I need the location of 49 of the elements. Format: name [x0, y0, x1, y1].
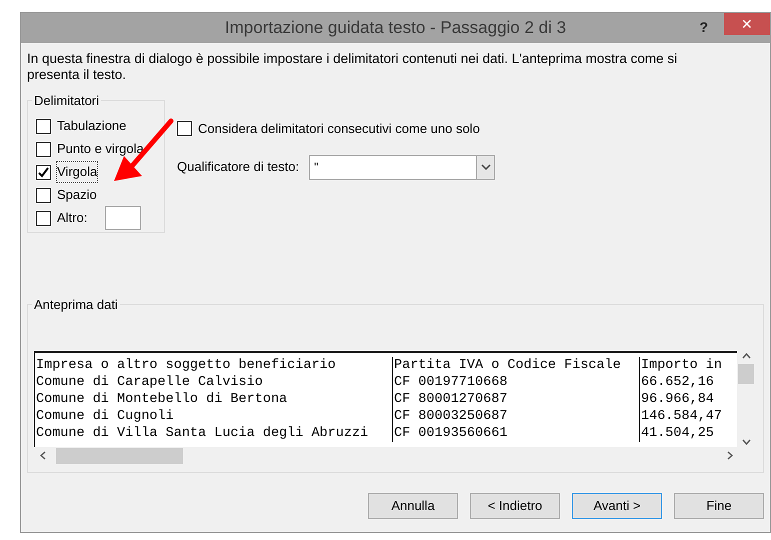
- window-title: Importazione guidata testo - Passaggio 2 di 3: [224, 17, 566, 40]
- table-cell: Comune di Carapelle Calvisio: [35, 374, 393, 390]
- chevron-left-icon: [40, 451, 46, 460]
- dialog-button[interactable]: Fine: [674, 493, 764, 519]
- dialog-button[interactable]: < Indietro: [470, 493, 560, 519]
- checkbox-label[interactable]: Punto e virgola: [57, 139, 144, 159]
- help-button[interactable]: ?: [699, 17, 708, 38]
- intro-text: In questa finestra di dialogo è possibile impostare i delimitatori contenuti nei dati. L'anteprima mostra come si presenta il testo.: [26, 50, 678, 83]
- table-cell: CF 00193560661: [393, 424, 640, 442]
- checkbox[interactable]: [36, 142, 51, 156]
- text-field[interactable]: [105, 206, 142, 230]
- chevron-down-icon: [742, 438, 750, 444]
- table-cell-text: 41.504,25: [640, 424, 715, 442]
- checkbox-label[interactable]: Tabulazione: [57, 116, 126, 136]
- checkbox[interactable]: [36, 210, 51, 226]
- scrollbar-thumb[interactable]: [738, 364, 754, 384]
- checkbox[interactable]: [36, 164, 51, 180]
- chevron-right-icon: [727, 451, 733, 460]
- checkbox[interactable]: [177, 121, 192, 136]
- table-cell: CF 00197710668: [393, 374, 640, 390]
- checkbox-label[interactable]: Altro:: [57, 208, 88, 228]
- table-cell: Partita IVA o Codice Fiscale: [393, 356, 640, 374]
- table-cell: Impresa o altro soggetto beneficiario: [35, 356, 393, 374]
- table-cell-text: Importo in: [640, 356, 724, 374]
- qualifier-dropdown[interactable]: ": [309, 154, 496, 180]
- checkbox-label[interactable]: Considera delimitatori consecutivi come uno solo: [198, 119, 480, 138]
- table-cell: CF 80003250687: [393, 408, 640, 424]
- field-label: Qualificatore di testo:: [177, 158, 300, 176]
- checkmark-icon: [38, 166, 49, 178]
- checkbox[interactable]: [36, 118, 51, 134]
- vertical-scrollbar[interactable]: [737, 350, 755, 446]
- close-button[interactable]: ✕: [724, 13, 770, 35]
- table-cell-text: 146.584,47: [640, 408, 724, 424]
- scrollbar-thumb[interactable]: [56, 448, 183, 464]
- dialog-button[interactable]: Avanti >: [572, 493, 662, 519]
- table-cell: Comune di Villa Santa Lucia degli Abruzzi: [35, 424, 393, 442]
- table-cell: Comune di Cugnoli: [35, 408, 393, 424]
- checkbox[interactable]: [36, 188, 51, 202]
- table-cell: Comune di Montebello di Bertona: [35, 390, 393, 408]
- checkbox-label[interactable]: Virgola: [57, 162, 98, 182]
- table-cell-text: 96.966,84: [640, 390, 715, 408]
- dialog-button[interactable]: Annulla: [368, 493, 458, 519]
- group-title: Delimitatori: [33, 92, 100, 110]
- chevron-up-icon: [742, 352, 750, 358]
- table-cell-text: 66.652,16: [640, 374, 715, 390]
- chevron-down-icon: [480, 164, 491, 170]
- group-title: Anteprima dati: [33, 296, 119, 314]
- table-cell: CF 80001270687: [393, 390, 640, 408]
- checkbox-label[interactable]: Spazio: [57, 185, 97, 205]
